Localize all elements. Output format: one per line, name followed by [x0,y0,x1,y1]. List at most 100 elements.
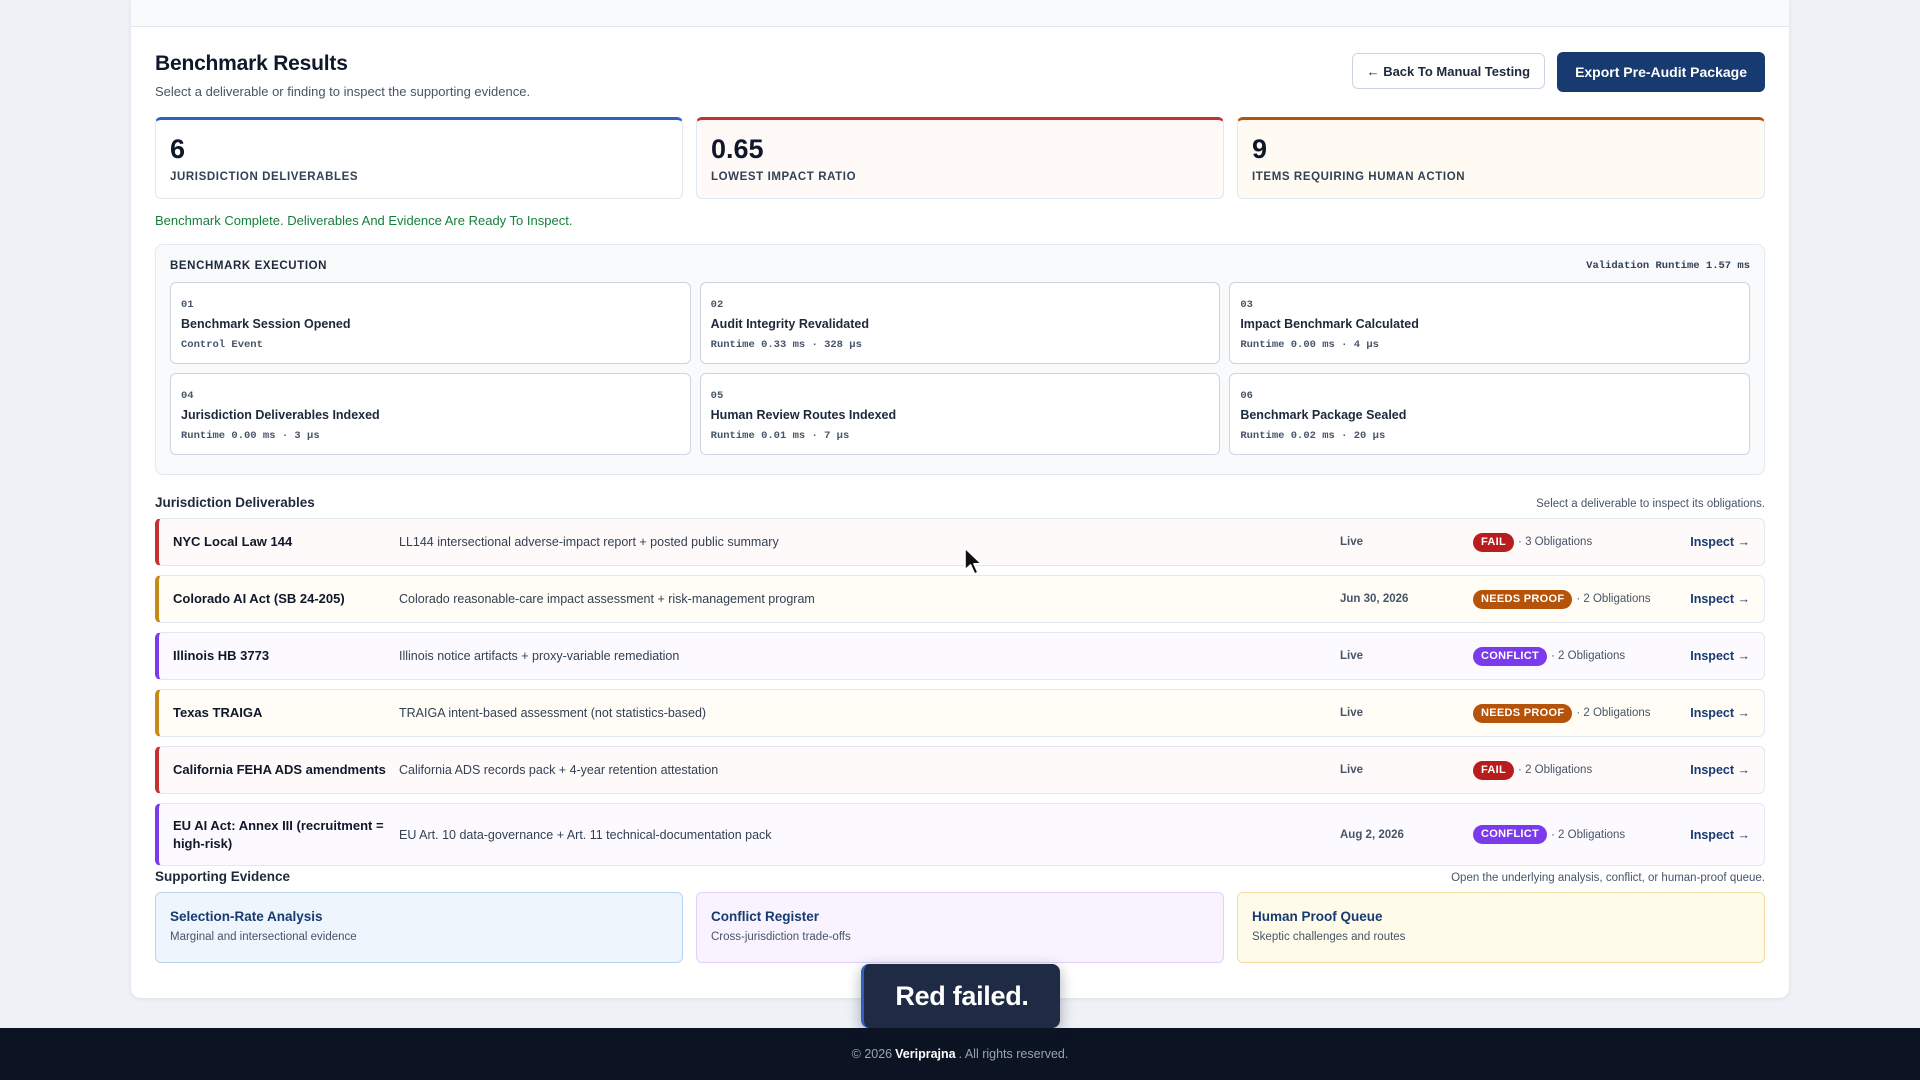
deliverable-name: Colorado AI Act (SB 24-205) [173,591,345,606]
deliverable-date: Live [1340,650,1364,662]
deliverable-row[interactable]: EU AI Act: Annex III (recruitment = high… [155,803,1765,866]
obligations-count: · 2 Obligations [1518,764,1593,776]
obligations-count: · 2 Obligations [1551,828,1626,841]
evidence-card-human-proof[interactable]: Human Proof Queue Skeptic challenges and… [1237,892,1765,963]
deliverable-date: Live [1340,536,1364,548]
step-number: 05 [710,390,724,402]
deliverable-description: EU Art. 10 data-governance + Art. 11 tec… [399,827,772,842]
footer-copyright: © 2026 [851,1047,893,1061]
inspect-link[interactable]: Inspect → [1690,706,1750,720]
mouse-cursor-icon [964,547,983,575]
step-meta: Runtime 0.01 ms · 7 µs [710,430,850,442]
deliverable-row[interactable]: Illinois HB 3773 Illinois notice artifac… [155,632,1765,680]
inspect-link[interactable]: Inspect → [1690,828,1750,842]
step-number: 06 [1240,390,1253,402]
evidence-cards: Selection-Rate Analysis Marginal and int… [155,892,1765,963]
obligations-count: · 2 Obligations [1551,650,1626,662]
step-title: Audit Integrity Revalidated [710,317,870,331]
deliverable-row[interactable]: Texas TRAIGA TRAIGA intent-based assessm… [155,689,1765,737]
step-title: Jurisdiction Deliverables Indexed [181,408,380,422]
deliverable-name: NYC Local Law 144 [173,534,293,549]
footer: © 2026 Veriprajna. All rights reserved. [0,1028,1920,1080]
step-meta: Runtime 0.02 ms · 20 µs [1240,430,1386,442]
obligations-count: · 2 Obligations [1576,593,1651,605]
validation-runtime: Validation Runtime 1.57 ms [1586,260,1750,272]
evidence-card-conflict-register[interactable]: Conflict Register Cross-jurisdiction tra… [696,892,1224,963]
inspect-link[interactable]: Inspect → [1690,763,1750,777]
back-to-manual-testing-button[interactable]: ← Back To Manual Testing [1351,53,1546,89]
evidence-card-subtitle: Skeptic challenges and routes [1252,931,1406,943]
status-badge: NEEDS PROOF [1473,589,1573,609]
obligations-count: · 2 Obligations [1576,707,1651,719]
results-panel: Benchmark Results Select a deliverable o… [131,0,1789,998]
execution-step: 02 Audit Integrity Revalidated Runtime 0… [699,282,1221,364]
evidence-card-title: Human Proof Queue [1252,909,1383,924]
stat-value: 0.65 [711,134,764,164]
deliverable-date: Live [1340,707,1364,719]
step-meta: Runtime 0.00 ms · 3 µs [181,430,320,442]
deliverable-name: California FEHA ADS amendments [173,762,386,777]
status-badge: FAIL [1473,760,1515,780]
top-strip [131,0,1789,27]
execution-title: BENCHMARK EXECUTION [170,260,328,272]
step-title: Benchmark Package Sealed [1240,408,1407,422]
step-meta: Runtime 0.33 ms · 328 µs [710,339,862,351]
execution-step: 03 Impact Benchmark Calculated Runtime 0… [1229,282,1750,364]
deliverable-date: Aug 2, 2026 [1340,828,1404,841]
stats-row: 6 JURISDICTION DELIVERABLES 0.65 LOWEST … [155,117,1765,199]
deliverable-date: Live [1340,764,1364,776]
step-title: Human Review Routes Indexed [710,408,897,422]
evidence-card-selection-rate[interactable]: Selection-Rate Analysis Marginal and int… [155,892,683,963]
evidence-title: Supporting Evidence [155,869,291,884]
deliverable-description: Illinois notice artifacts + proxy-variab… [399,649,680,663]
deliverables-list: NYC Local Law 144 LL144 intersectional a… [155,518,1765,866]
step-number: 02 [710,299,724,311]
evidence-hint: Open the underlying analysis, conflict, … [1451,872,1765,884]
stat-card-impact-ratio: 0.65 LOWEST IMPACT RATIO [696,117,1224,199]
step-number: 01 [181,299,194,311]
step-title: Benchmark Session Opened [181,317,351,331]
stat-value: 9 [1252,134,1268,164]
deliverables-hint: Select a deliverable to inspect its obli… [1536,498,1765,510]
deliverable-description: Colorado reasonable-care impact assessme… [399,592,815,606]
benchmark-execution: BENCHMARK EXECUTION Validation Runtime 1… [155,244,1765,475]
deliverable-description: TRAIGA intent-based assessment (not stat… [399,706,707,720]
step-number: 04 [181,390,194,402]
deliverable-description: LL144 intersectional adverse-impact repo… [399,535,779,549]
evidence-card-subtitle: Marginal and intersectional evidence [170,931,357,943]
stat-label: LOWEST IMPACT RATIO [711,171,857,183]
execution-step: 05 Human Review Routes Indexed Runtime 0… [699,373,1221,455]
deliverable-name: Texas TRAIGA [173,705,263,720]
deliverable-name: Illinois HB 3773 [173,648,270,663]
status-badge: CONFLICT [1473,646,1548,666]
stat-label: ITEMS REQUIRING HUMAN ACTION [1252,171,1466,183]
deliverable-row[interactable]: California FEHA ADS amendments Californi… [155,746,1765,794]
deliverable-description: California ADS records pack + 4-year ret… [399,763,719,777]
inspect-link[interactable]: Inspect → [1690,592,1750,606]
execution-step: 01 Benchmark Session Opened Control Even… [170,282,691,364]
inspect-link[interactable]: Inspect → [1690,649,1750,663]
status-badge: NEEDS PROOF [1473,703,1573,723]
execution-step: 04 Jurisdiction Deliverables Indexed Run… [170,373,691,455]
results-header: Benchmark Results Select a deliverable o… [155,52,1765,104]
status-badge: CONFLICT [1473,825,1548,844]
toast-notification: Red failed. [861,964,1060,1028]
step-number: 03 [1240,299,1253,311]
inspect-link[interactable]: Inspect → [1690,535,1750,549]
status-message: Benchmark Complete. Deliverables And Evi… [155,213,573,228]
evidence-card-title: Conflict Register [711,909,820,924]
deliverable-date: Jun 30, 2026 [1340,593,1409,605]
export-pre-audit-package-button[interactable]: Export Pre-Audit Package [1557,52,1765,92]
step-meta: Runtime 0.00 ms · 4 µs [1240,339,1379,351]
stat-label: JURISDICTION DELIVERABLES [170,171,359,183]
footer-rights: . All rights reserved. [958,1047,1069,1061]
deliverable-row[interactable]: NYC Local Law 144 LL144 intersectional a… [155,518,1765,566]
stat-card-deliverables: 6 JURISDICTION DELIVERABLES [155,117,683,199]
obligations-count: · 3 Obligations [1518,536,1593,548]
deliverables-title: Jurisdiction Deliverables [155,495,315,510]
status-badge: FAIL [1473,532,1515,552]
stat-card-human-action: 9 ITEMS REQUIRING HUMAN ACTION [1237,117,1765,199]
deliverable-row[interactable]: Colorado AI Act (SB 24-205) Colorado rea… [155,575,1765,623]
step-meta: Control Event [181,339,263,351]
deliverable-name: EU AI Act: Annex III (recruitment = high… [173,817,384,851]
